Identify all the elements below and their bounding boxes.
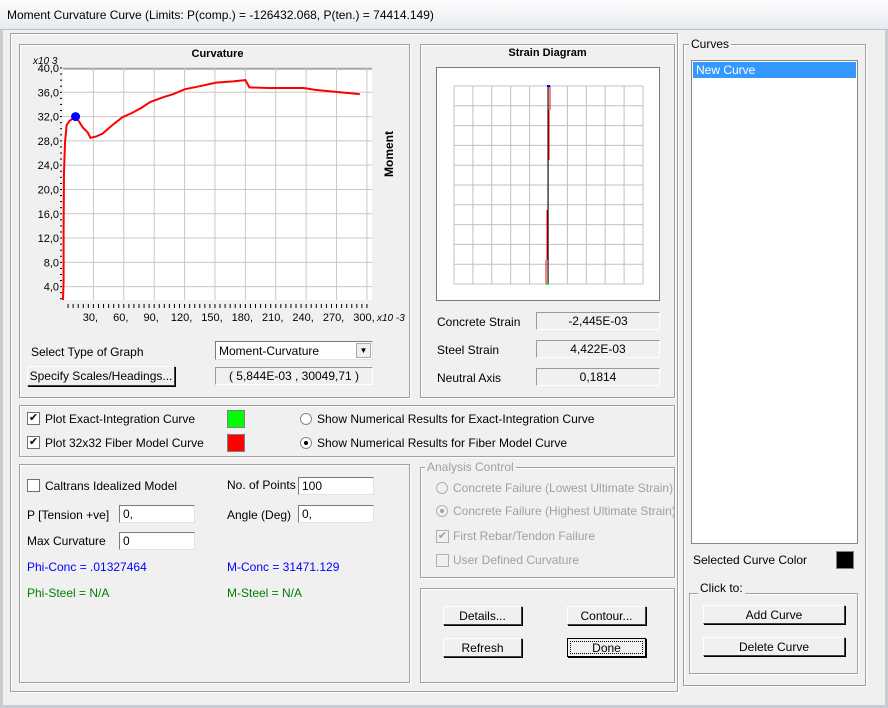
max-curvature-input[interactable]: 0 [119,532,195,550]
x-tick-label: 150, [201,312,222,324]
chart-title: Curvature [192,48,244,60]
title-bar: Moment Curvature Curve (Limits: P(comp.)… [0,0,888,30]
selected-color-label: Selected Curve Color [693,553,808,567]
graph-type-select[interactable]: Moment-Curvature ▼ [215,341,373,360]
highest-strain-label: Concrete Failure (Highest Ultimate Strai… [453,504,676,518]
y-axis-label: Moment [382,131,396,177]
show-fiber-label: Show Numerical Results for Fiber Model C… [317,436,568,450]
rebar-failure-label: First Rebar/Tendon Failure [453,529,596,543]
caltrans-checkbox[interactable] [27,479,40,492]
select-type-label: Select Type of Graph [31,345,144,359]
exact-curve-label: Plot Exact-Integration Curve [45,412,196,426]
neutral-axis-label: Neutral Axis [437,371,502,385]
details-button[interactable]: Details... [443,606,522,625]
y-tick-label: 8,0 [44,257,59,269]
x-tick-label: 180, [232,312,253,324]
rebar-failure-checkbox[interactable]: ✔ [436,530,449,543]
x-tick-label: 210, [262,312,283,324]
steel-strain-label: Steel Strain [437,343,500,357]
exact-curve-checkbox[interactable]: ✔ [27,412,40,425]
selected-color-swatch[interactable] [836,551,854,569]
buttons-panel [420,588,675,683]
caltrans-label: Caltrans Idealized Model [45,479,178,493]
m-steel-text: M-Steel = N/A [227,586,303,600]
points-label: No. of Points [227,478,296,492]
x-tick-label: 120, [171,312,192,324]
highest-strain-radio[interactable] [436,505,448,517]
y-multiplier: x10 3 [32,56,58,67]
fiber-curve-color-swatch[interactable] [227,434,245,452]
delete-curve-button[interactable]: Delete Curve [703,637,845,656]
angle-label: Angle (Deg) [227,508,292,522]
cursor-readout: ( 5,844E-03 , 30049,71 ) [215,367,373,385]
lowest-strain-label: Concrete Failure (Lowest Ultimate Strain… [453,481,674,495]
show-exact-radio[interactable] [300,413,312,425]
curve-list-item[interactable]: New Curve [693,62,856,78]
plot-area [63,68,372,300]
y-tick-label: 4,0 [44,282,59,294]
contour-button[interactable]: Contour... [567,606,646,625]
y-tick-label: 32,0 [38,112,59,124]
y-tick-label: 12,0 [38,233,59,245]
add-curve-button[interactable]: Add Curve [703,605,845,624]
x-tick-label: 90, [144,312,159,324]
show-fiber-radio[interactable] [300,437,312,449]
p-label: P [Tension +ve] [27,508,110,522]
x-tick-label: 240, [292,312,313,324]
exact-curve-color-swatch[interactable] [227,410,245,428]
show-exact-label: Show Numerical Results for Exact-Integra… [317,412,595,426]
x-tick-label: 60, [113,312,128,324]
x-tick-label: 30, [83,312,98,324]
y-tick-label: 28,0 [38,136,59,148]
fiber-curve-checkbox[interactable]: ✔ [27,436,40,449]
graph-type-value: Moment-Curvature [219,344,320,358]
analysis-control-title: Analysis Control [425,460,516,474]
neutral-axis-value: 0,1814 [536,368,660,386]
concrete-strain-value: -2,445E-03 [536,312,660,330]
phi-steel-text: Phi-Steel = N/A [27,586,110,600]
y-tick-label: 24,0 [38,160,59,172]
phi-conc-text: Phi-Conc = .01327464 [27,560,147,574]
curves-title: Curves [689,37,732,51]
m-conc-text: M-Conc = 31471.129 [227,560,340,574]
click-to-label: Click to: [698,581,745,595]
y-tick-label: 36,0 [38,87,59,99]
angle-input[interactable]: 0, [298,505,374,523]
window-title: Moment Curvature Curve (Limits: P(comp.)… [7,8,434,22]
p-input[interactable]: 0, [119,505,195,523]
curve-marker-point [71,112,81,122]
specify-scales-button[interactable]: Specify Scales/Headings... [27,366,175,386]
user-curvature-checkbox[interactable] [436,554,449,567]
user-curvature-label: User Defined Curvature [453,553,580,567]
max-curvature-label: Max Curvature [27,534,106,548]
strain-diagram-title: Strain Diagram [508,47,587,59]
fiber-curve-label: Plot 32x32 Fiber Model Curve [45,436,204,450]
concrete-strain-label: Concrete Strain [437,315,521,329]
x-multiplier: x10 -3 [376,313,405,324]
strain-diagram [436,67,660,301]
curves-list[interactable]: New Curve [691,60,858,544]
steel-strain-value: 4,422E-03 [536,340,660,358]
x-tick-label: 300, [353,312,374,324]
done-button[interactable]: Done [567,638,646,657]
points-input[interactable]: 100 [298,477,374,495]
y-tick-label: 16,0 [38,209,59,221]
chevron-down-icon[interactable]: ▼ [356,343,371,358]
y-tick-label: 20,0 [38,184,59,196]
x-tick-label: 270, [323,312,344,324]
moment-curvature-chart: Curvature 30, 60, 90, 120, 150, 180, 210, 240, 27… [32,48,405,324]
refresh-button[interactable]: Refresh [443,638,522,657]
lowest-strain-radio[interactable] [436,482,448,494]
